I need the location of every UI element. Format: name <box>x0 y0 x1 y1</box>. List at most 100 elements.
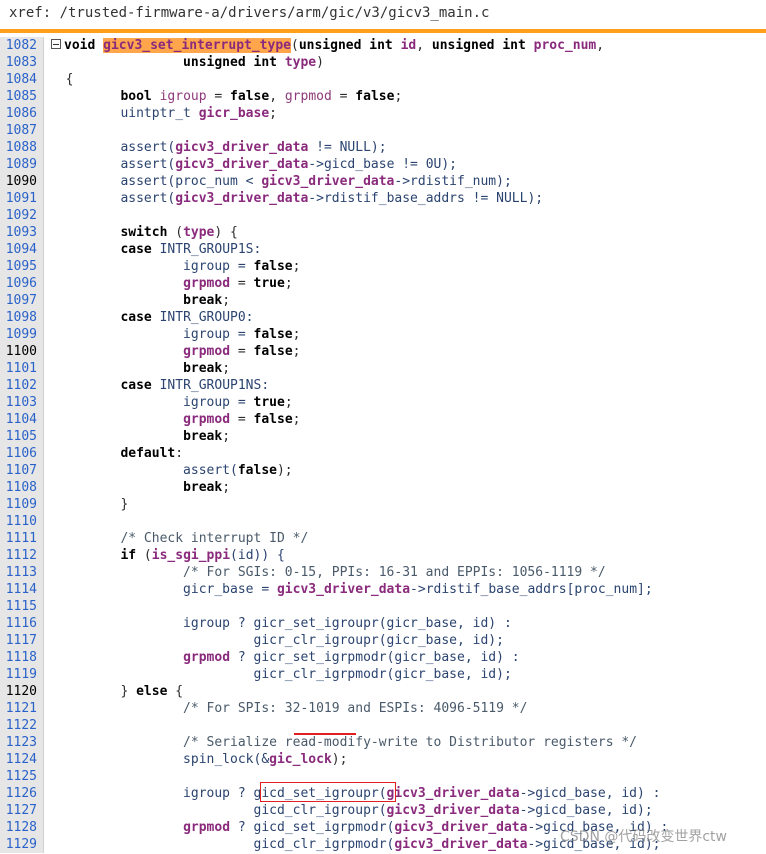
code-token: = <box>230 276 254 291</box>
symbol-link[interactable]: id <box>401 38 417 53</box>
symbol-link[interactable]: grpmod <box>183 412 230 427</box>
line-number-link[interactable]: 1097 <box>0 292 44 309</box>
line-number-link[interactable]: 1103 <box>0 394 44 411</box>
code-line: 1097 break; <box>0 292 766 309</box>
line-number-link[interactable]: 1115 <box>0 598 44 615</box>
line-number-link[interactable]: 1113 <box>0 564 44 581</box>
line-number-link[interactable]: 1104 <box>0 411 44 428</box>
line-number-link[interactable]: 1101 <box>0 360 44 377</box>
line-number-link[interactable]: 1110 <box>0 513 44 530</box>
symbol-link[interactable]: gicv3_driver_data <box>175 191 308 206</box>
symbol-link[interactable]: gicv3_set_interrupt_type <box>103 38 291 53</box>
line-number-link[interactable]: 1126 <box>0 785 44 802</box>
line-number-link[interactable]: 1118 <box>0 649 44 666</box>
line-number-link[interactable]: 1100 <box>0 343 44 360</box>
line-number-link[interactable]: 1127 <box>0 802 44 819</box>
symbol-link[interactable]: gicv3_driver_data <box>394 820 527 835</box>
line-number-link[interactable]: 1111 <box>0 530 44 547</box>
code-text: break; <box>50 292 230 309</box>
code-line: 1092 <box>0 207 766 224</box>
line-number-link[interactable]: 1108 <box>0 479 44 496</box>
code-text: break; <box>50 428 230 445</box>
code-token: ? gicd_set_igrpmodr( <box>230 820 395 835</box>
line-number-link[interactable]: 1086 <box>0 105 44 122</box>
symbol-link[interactable]: is_sgi_ppi <box>152 548 230 563</box>
symbol-link[interactable]: gicv3_driver_data <box>175 140 308 155</box>
line-number-link[interactable]: 1116 <box>0 615 44 632</box>
line-number-link[interactable]: 1125 <box>0 768 44 785</box>
symbol-link[interactable]: grpmod <box>183 650 230 665</box>
code-line: 1093 switch (type) { <box>0 224 766 241</box>
line-number-link[interactable]: 1099 <box>0 326 44 343</box>
code-text: igroup = false; <box>50 326 300 343</box>
symbol-link[interactable]: gicv3_driver_data <box>394 837 527 852</box>
line-number-link[interactable]: 1088 <box>0 139 44 156</box>
symbol-link[interactable]: gicv3_driver_data <box>261 174 394 189</box>
line-number-link[interactable]: 1084 <box>0 71 44 88</box>
symbol-link[interactable]: grpmod <box>183 344 230 359</box>
code-line: 1112 if (is_sgi_ppi(id)) { <box>0 547 766 564</box>
line-number-link[interactable]: 1106 <box>0 445 44 462</box>
xref-path[interactable]: xref: /trusted-firmware-a/drivers/arm/gi… <box>9 5 489 21</box>
line-number-link[interactable]: 1085 <box>0 88 44 105</box>
symbol-link[interactable]: gicv3_driver_data <box>387 786 520 801</box>
symbol-link[interactable]: grpmod <box>183 820 230 835</box>
code-token: ) { <box>214 225 238 240</box>
symbol-link[interactable]: gicv3_driver_data <box>175 157 308 172</box>
symbol-link[interactable]: gic_lock <box>269 752 332 767</box>
code-token: void <box>64 38 104 53</box>
code-text: if (is_sgi_ppi(id)) { <box>50 547 285 564</box>
line-number-link[interactable]: 1096 <box>0 275 44 292</box>
symbol-link[interactable]: proc_num <box>534 38 597 53</box>
annotation-box <box>260 782 396 802</box>
line-number-link[interactable]: 1095 <box>0 258 44 275</box>
line-number-link[interactable]: 1128 <box>0 819 44 836</box>
line-number-link[interactable]: 1092 <box>0 207 44 224</box>
code-token: = <box>230 344 254 359</box>
code-token: { <box>50 72 74 87</box>
symbol-link[interactable]: gicv3_driver_data <box>277 582 410 597</box>
code-token: unsigned int <box>298 38 401 53</box>
code-token: ; <box>284 276 293 291</box>
symbol-link[interactable]: grpmod <box>183 276 230 291</box>
line-number-link[interactable]: 1105 <box>0 428 44 445</box>
line-number-link[interactable]: 1114 <box>0 581 44 598</box>
line-number-link[interactable]: 1089 <box>0 156 44 173</box>
symbol-link[interactable]: type <box>285 55 316 70</box>
collapse-icon[interactable] <box>51 39 61 49</box>
code-token: ; <box>222 293 231 308</box>
code-token: break <box>183 480 223 495</box>
symbol-link[interactable]: gicr_base <box>199 106 269 121</box>
line-number-link[interactable]: 1087 <box>0 122 44 139</box>
line-number-link[interactable]: 1123 <box>0 734 44 751</box>
code-token: assert( <box>50 463 238 478</box>
line-number-link[interactable]: 1129 <box>0 836 44 853</box>
line-number-link[interactable]: 1117 <box>0 632 44 649</box>
line-number-link[interactable]: 1107 <box>0 462 44 479</box>
line-number-link[interactable]: 1093 <box>0 224 44 241</box>
line-number-link[interactable]: 1119 <box>0 666 44 683</box>
line-number-link[interactable]: 1122 <box>0 717 44 734</box>
code-token: uintptr_t <box>50 106 199 121</box>
code-text: { <box>50 71 74 88</box>
code-text: /* For SGIs: 0-15, PPIs: 16-31 and EPPIs… <box>50 564 606 581</box>
line-number-link[interactable]: 1090 <box>0 173 44 190</box>
line-number-link[interactable]: 1102 <box>0 377 44 394</box>
line-number-link[interactable]: 1094 <box>0 241 44 258</box>
symbol-link[interactable]: type <box>183 225 214 240</box>
line-number-link[interactable]: 1121 <box>0 700 44 717</box>
code-token: assert( <box>50 191 176 206</box>
line-number-link[interactable]: 1120 <box>0 683 44 700</box>
line-number-link[interactable]: 1124 <box>0 751 44 768</box>
code-text: gicr_clr_igroupr(gicr_base, id); <box>50 632 503 649</box>
line-number-link[interactable]: 1091 <box>0 190 44 207</box>
line-number-link[interactable]: 1098 <box>0 309 44 326</box>
code-token: (id)) { <box>230 548 285 563</box>
symbol-link[interactable]: gicv3_driver_data <box>387 803 520 818</box>
line-number-link[interactable]: 1082 <box>0 37 44 54</box>
line-number-link[interactable]: 1109 <box>0 496 44 513</box>
line-number-link[interactable]: 1083 <box>0 54 44 71</box>
line-number-link[interactable]: 1112 <box>0 547 44 564</box>
